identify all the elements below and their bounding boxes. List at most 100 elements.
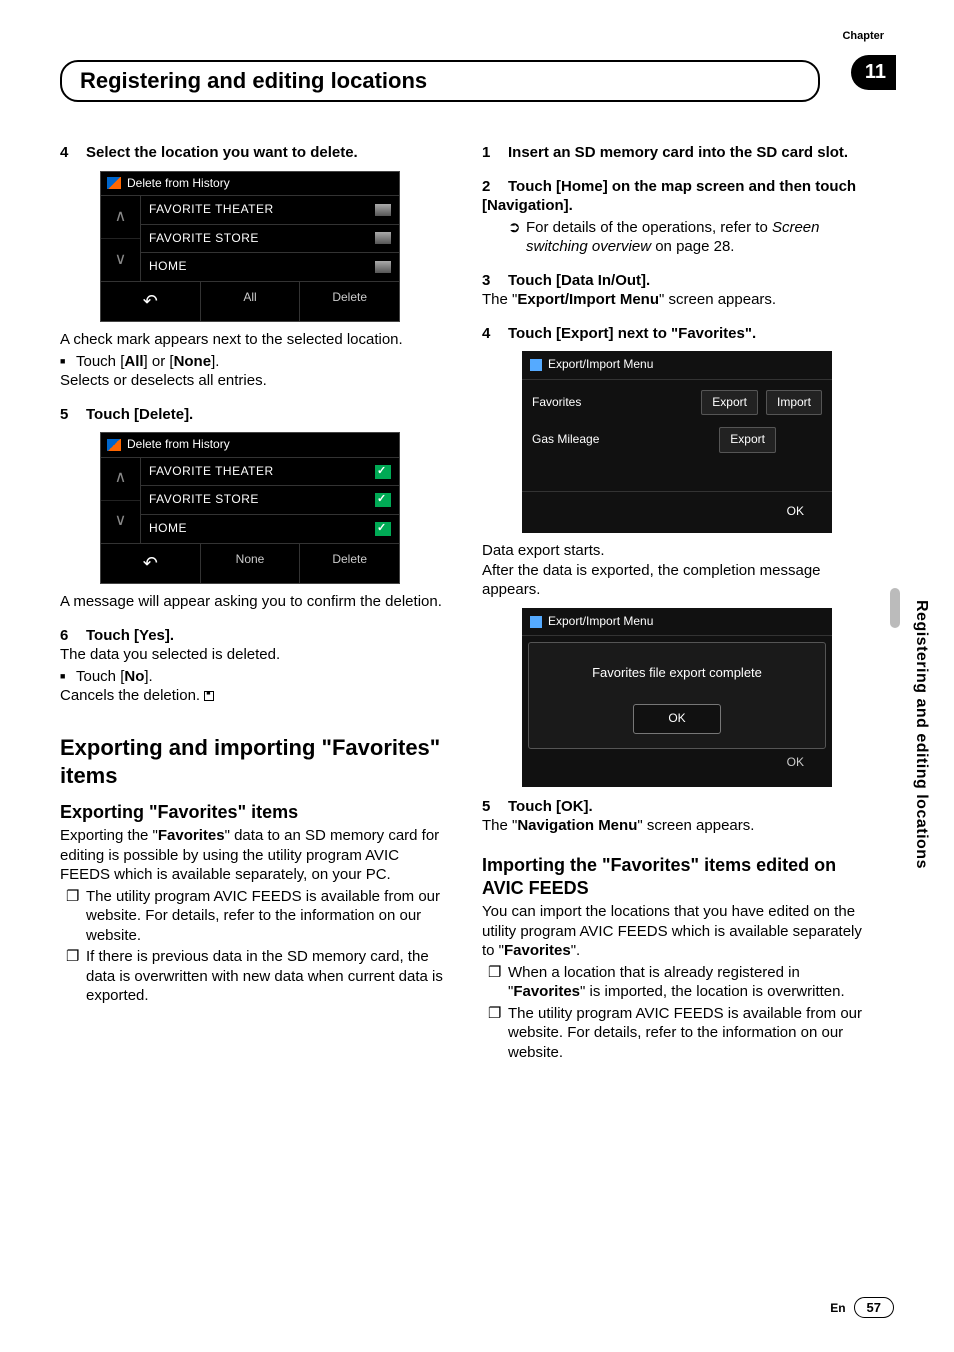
scroll-up-icon[interactable]: ∧ xyxy=(101,196,140,239)
list-item[interactable]: FAVORITE THEATER xyxy=(141,458,399,487)
text: Cancels the deletion. xyxy=(60,687,200,704)
list-item-label: FAVORITE STORE xyxy=(149,492,259,508)
list-item-label: FAVORITE STORE xyxy=(149,231,259,247)
text-bold: Navigation Menu xyxy=(517,817,637,834)
scroll-down-icon[interactable]: ∨ xyxy=(101,239,140,281)
text: " screen appears. xyxy=(637,817,754,834)
text: " is imported, the location is overwritt… xyxy=(580,983,845,1000)
text: For details of the operations, refer to xyxy=(526,219,772,236)
scroll-up-icon[interactable]: ∧ xyxy=(101,458,140,501)
import-button[interactable]: Import xyxy=(766,390,822,416)
scroll-down-icon[interactable]: ∨ xyxy=(101,501,140,543)
back-arrow-icon: ↶ xyxy=(143,553,158,573)
back-button[interactable]: ↶ xyxy=(101,544,201,583)
list-item[interactable]: FAVORITE THEATER xyxy=(141,196,399,225)
body-text: The "Export/Import Menu" screen appears. xyxy=(482,290,872,310)
checkbox-icon xyxy=(375,204,391,216)
bullet-item: Touch [All] or [None]. xyxy=(60,352,450,372)
ok-button[interactable]: OK xyxy=(633,704,720,734)
delete-button[interactable]: Delete xyxy=(300,282,399,321)
side-accent-bar xyxy=(890,588,900,628)
completion-message: Favorites file export complete xyxy=(529,643,825,704)
list-item[interactable]: FAVORITE STORE xyxy=(141,225,399,254)
footer-ok[interactable]: OK xyxy=(769,755,822,777)
note-item: If there is previous data in the SD memo… xyxy=(60,947,450,1006)
end-section-icon xyxy=(204,691,214,701)
list-item-label: FAVORITE THEATER xyxy=(149,202,274,218)
body-text: A check mark appears next to the selecte… xyxy=(60,330,450,350)
chapter-title: Registering and editing locations xyxy=(80,68,800,94)
step-6-text: Touch [Yes]. xyxy=(86,627,174,644)
list-item[interactable]: FAVORITE STORE xyxy=(141,486,399,515)
text-bold: No xyxy=(124,668,144,685)
row-label: Favorites xyxy=(532,395,693,411)
step-4-heading: 4Touch [Export] next to "Favorites". xyxy=(482,324,872,344)
text-bold: None xyxy=(174,353,212,370)
text: " screen appears. xyxy=(659,291,776,308)
export-button[interactable]: Export xyxy=(719,427,776,453)
step-4-heading: 4Select the location you want to delete. xyxy=(60,143,450,163)
left-column: 4Select the location you want to delete.… xyxy=(60,137,450,1062)
text: ". xyxy=(571,942,581,959)
text: The " xyxy=(482,291,517,308)
ok-button[interactable]: OK xyxy=(769,500,822,524)
checkbox-icon xyxy=(375,232,391,244)
step-2-text: Touch [Home] on the map screen and then … xyxy=(482,178,856,215)
body-text: Cancels the deletion. xyxy=(60,686,450,706)
text-bold: Favorites xyxy=(504,942,571,959)
text: Touch [ xyxy=(76,353,124,370)
body-text: The "Navigation Menu" screen appears. xyxy=(482,816,872,836)
chapter-label: Chapter xyxy=(842,30,884,42)
body-text: After the data is exported, the completi… xyxy=(482,561,872,600)
note-item: The utility program AVIC FEEDS is availa… xyxy=(60,887,450,946)
note-item: The utility program AVIC FEEDS is availa… xyxy=(482,1004,872,1063)
delete-history-screenshot-1: Delete from History ∧ ∨ FAVORITE THEATER… xyxy=(100,171,400,323)
body-text: Data export starts. xyxy=(482,541,872,561)
back-arrow-icon: ↶ xyxy=(143,291,158,311)
text: ]. xyxy=(144,668,152,685)
shot-title: Export/Import Menu xyxy=(548,357,653,373)
step-4-text: Touch [Export] next to "Favorites". xyxy=(508,325,756,342)
list-item[interactable]: HOME xyxy=(141,253,399,281)
list-item-label: HOME xyxy=(149,521,187,537)
step-4-text: Select the location you want to delete. xyxy=(86,144,358,161)
bullet-item: Touch [No]. xyxy=(60,667,450,687)
text-bold: Favorites xyxy=(158,827,225,844)
checked-icon xyxy=(375,493,391,507)
body-text: Selects or deselects all entries. xyxy=(60,371,450,391)
history-icon xyxy=(107,177,121,189)
body-text: The data you selected is deleted. xyxy=(60,645,450,665)
shot-title: Export/Import Menu xyxy=(548,614,653,630)
delete-button[interactable]: Delete xyxy=(300,544,399,583)
text: ] or [ xyxy=(144,353,174,370)
body-text: Exporting the "Favorites" data to an SD … xyxy=(60,826,450,885)
step-1-heading: 1Insert an SD memory card into the SD ca… xyxy=(482,143,872,163)
step-5-text: Touch [Delete]. xyxy=(86,406,193,423)
step-3-text: Touch [Data In/Out]. xyxy=(508,272,650,289)
export-import-menu-screenshot: Export/Import Menu Favorites Export Impo… xyxy=(522,351,832,533)
text-bold: Favorites xyxy=(513,983,580,1000)
list-item-label: FAVORITE THEATER xyxy=(149,464,274,480)
text: ]. xyxy=(211,353,219,370)
text-bold: Export/Import Menu xyxy=(517,291,659,308)
checkbox-icon xyxy=(375,261,391,273)
text: Exporting the " xyxy=(60,827,158,844)
list-item[interactable]: HOME xyxy=(141,515,399,543)
page-number: 57 xyxy=(854,1297,894,1318)
export-complete-screenshot: Export/Import Menu Favorites file export… xyxy=(522,608,832,787)
menu-icon xyxy=(530,359,542,371)
step-1-text: Insert an SD memory card into the SD car… xyxy=(508,144,848,161)
back-button[interactable]: ↶ xyxy=(101,282,201,321)
reference-note: For details of the operations, refer to … xyxy=(482,218,872,257)
all-button[interactable]: All xyxy=(201,282,301,321)
note-item: When a location that is already register… xyxy=(482,963,872,1002)
step-6-heading: 6Touch [Yes]. xyxy=(60,626,450,646)
none-button[interactable]: None xyxy=(201,544,301,583)
text: on page 28. xyxy=(651,238,734,255)
step-5-text: Touch [OK]. xyxy=(508,798,593,815)
side-vertical-label: Registering and editing locations xyxy=(912,600,930,869)
language-label: En xyxy=(830,1301,845,1315)
export-button[interactable]: Export xyxy=(701,390,758,416)
step-3-heading: 3Touch [Data In/Out]. xyxy=(482,271,872,291)
row-label: Gas Mileage xyxy=(532,432,711,448)
